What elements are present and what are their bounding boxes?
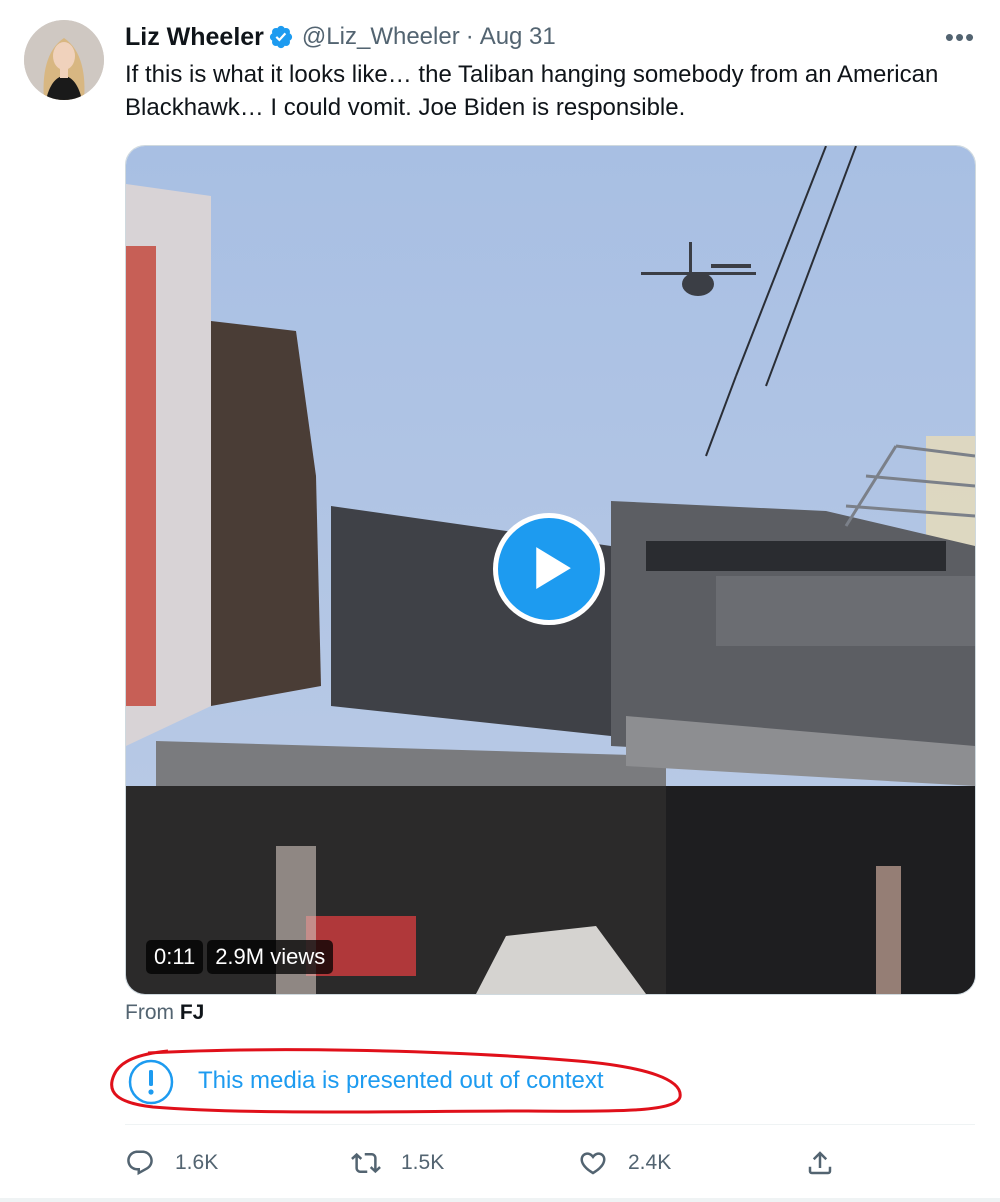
tweet-text: If this is what it looks like… the Talib… [125,61,939,121]
media-source-prefix: From [125,1001,174,1024]
retweet-count: 1.5K [401,1151,445,1174]
heart-icon [580,1152,606,1175]
retweet-button[interactable]: 1.5K [351,1140,444,1186]
share-icon [808,1151,832,1175]
like-count: 2.4K [628,1151,672,1174]
play-button[interactable] [493,513,605,625]
more-options-icon[interactable]: ••• [940,20,980,54]
video-meta: 0:11 2.9M views [146,940,334,974]
play-icon [536,547,571,590]
share-button[interactable] [805,1140,835,1186]
view-count: 2.9M views [207,940,334,974]
media-source: From FJ [125,1001,204,1025]
header-separator: · [465,23,474,50]
tweet-actions: 1.6K 1.5K 2.4K [125,1140,975,1186]
tweet-header: Liz Wheeler @Liz_Wheeler · Aug 31 ••• [125,20,980,54]
tweet-date[interactable]: Aug 31 [480,23,556,51]
author-name[interactable]: Liz Wheeler [125,23,264,52]
video-duration: 0:11 [146,940,204,974]
exclamation-circle-icon [128,1059,174,1105]
video-media[interactable]: 0:11 2.9M views [125,145,976,995]
verified-badge-icon [268,24,294,50]
context-notice[interactable]: This media is presented out of context [108,1045,688,1120]
avatar[interactable] [24,20,104,100]
context-notice-label: This media is presented out of context [198,1067,604,1094]
retweet-icon [351,1152,381,1174]
media-source-name[interactable]: FJ [180,1001,205,1024]
author-handle[interactable]: @Liz_Wheeler [302,23,460,51]
like-button[interactable]: 2.4K [578,1140,671,1186]
divider [125,1124,975,1125]
reply-icon [127,1150,153,1176]
bottom-border [0,1198,1000,1202]
reply-button[interactable]: 1.6K [125,1140,218,1186]
reply-count: 1.6K [175,1151,219,1174]
